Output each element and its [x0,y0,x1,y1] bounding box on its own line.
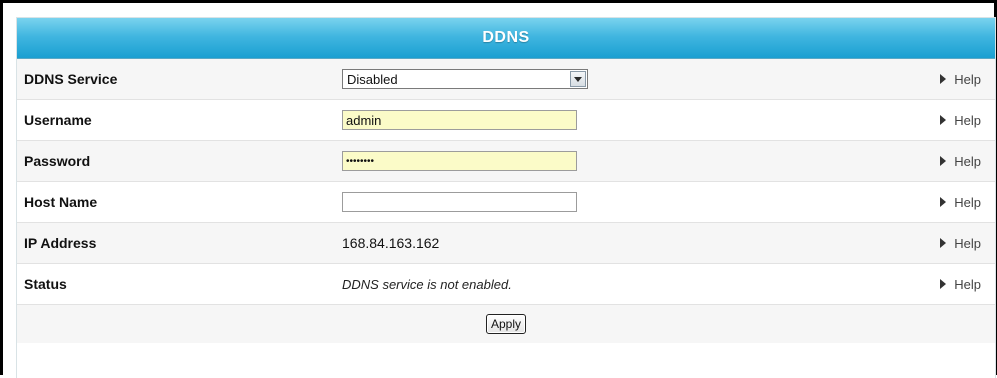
row-username: Username Help [17,100,995,141]
chevron-down-icon [574,76,582,82]
help-label: Help [954,194,981,210]
help-label: Help [954,153,981,169]
password-field[interactable] [342,151,577,171]
host-name-value-area [342,182,577,222]
triangle-right-icon [940,115,947,125]
apply-row: Apply [17,305,995,343]
username-label: Username [24,112,92,128]
triangle-right-icon [940,279,947,289]
help-link-password[interactable]: Help [940,154,981,169]
row-ddns-service: DDNS Service Disabled Help [17,59,995,100]
help-link-status[interactable]: Help [940,277,981,292]
username-field[interactable] [342,110,577,130]
host-name-label: Host Name [24,194,98,210]
triangle-right-icon [940,156,947,166]
status-label: Status [24,276,67,292]
help-label: Help [954,71,981,87]
window-frame: DDNS DDNS Service Disabled Help Username [0,0,997,378]
help-label: Help [954,235,981,251]
host-name-field[interactable] [342,192,577,212]
ip-address-value: 168.84.163.162 [342,235,440,251]
password-label: Password [24,153,91,169]
help-label: Help [954,112,981,128]
row-password: Password Help [17,141,995,182]
ddns-service-select[interactable]: Disabled [342,69,588,89]
ip-address-label: IP Address [24,235,97,251]
ddns-service-selected-value: Disabled [347,71,398,87]
help-link-ip-address[interactable]: Help [940,236,981,251]
help-link-ddns-service[interactable]: Help [940,72,981,87]
username-value-area [342,100,577,140]
ip-address-value-area: 168.84.163.162 [342,223,439,263]
row-status: Status DDNS service is not enabled. Help [17,264,995,305]
triangle-right-icon [940,197,947,207]
select-dropdown-button[interactable] [570,71,586,87]
triangle-right-icon [940,238,947,248]
ddns-panel: DDNS DDNS Service Disabled Help Username [16,17,996,378]
help-link-host-name[interactable]: Help [940,195,981,210]
triangle-right-icon [940,74,947,84]
password-value-area [342,141,577,181]
row-ip-address: IP Address 168.84.163.162 Help [17,223,995,264]
help-link-username[interactable]: Help [940,113,981,128]
row-host-name: Host Name Help [17,182,995,223]
status-value: DDNS service is not enabled. [342,276,512,292]
panel-title: DDNS [482,29,530,46]
help-label: Help [954,276,981,292]
panel-header: DDNS [17,18,995,59]
ddns-service-label: DDNS Service [24,71,118,87]
apply-button[interactable]: Apply [485,314,527,334]
status-value-area: DDNS service is not enabled. [342,264,512,304]
ddns-service-value-area: Disabled [342,59,588,99]
